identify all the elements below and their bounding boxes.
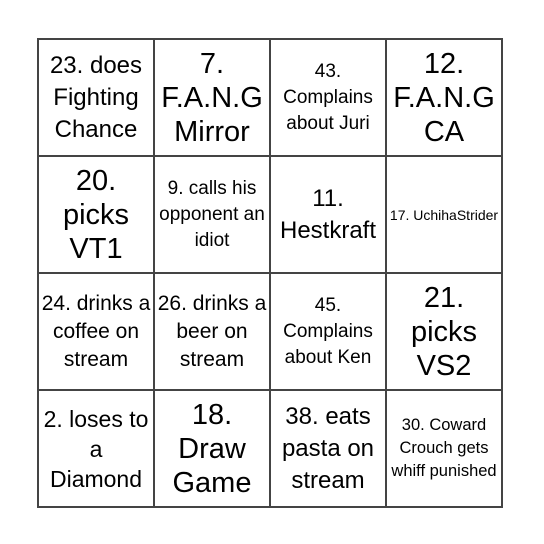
bingo-card: 23. does Fighting Chance 7. F.A.N.G Mirr… — [37, 38, 503, 508]
bingo-cell[interactable]: 38. eats pasta on stream — [269, 389, 387, 508]
bingo-row: 2. loses to a Diamond 18. Draw Game 38. … — [37, 389, 503, 508]
bingo-cell[interactable]: 7. F.A.N.G Mirror — [153, 38, 271, 157]
bingo-cell[interactable]: 30. Coward Crouch gets whiff punished — [385, 389, 503, 508]
bingo-cell[interactable]: 12. F.A.N.G CA — [385, 38, 503, 157]
bingo-row: 20. picks VT1 9. calls his opponent an i… — [37, 155, 503, 274]
bingo-cell[interactable]: 43. Complains about Juri — [269, 38, 387, 157]
bingo-cell[interactable]: 18. Draw Game — [153, 389, 271, 508]
bingo-row: 23. does Fighting Chance 7. F.A.N.G Mirr… — [37, 38, 503, 157]
bingo-cell[interactable]: 24. drinks a coffee on stream — [37, 272, 155, 391]
bingo-cell[interactable]: 2. loses to a Diamond — [37, 389, 155, 508]
bingo-cell[interactable]: 23. does Fighting Chance — [37, 38, 155, 157]
bingo-cell[interactable]: 11. Hestkraft — [269, 155, 387, 274]
bingo-cell[interactable]: 21. picks VS2 — [385, 272, 503, 391]
bingo-cell[interactable]: 17. UchihaStrider — [385, 155, 503, 274]
bingo-cell[interactable]: 20. picks VT1 — [37, 155, 155, 274]
bingo-row: 24. drinks a coffee on stream 26. drinks… — [37, 272, 503, 391]
bingo-cell[interactable]: 26. drinks a beer on stream — [153, 272, 271, 391]
bingo-cell[interactable]: 45. Complains about Ken — [269, 272, 387, 391]
bingo-cell[interactable]: 9. calls his opponent an idiot — [153, 155, 271, 274]
